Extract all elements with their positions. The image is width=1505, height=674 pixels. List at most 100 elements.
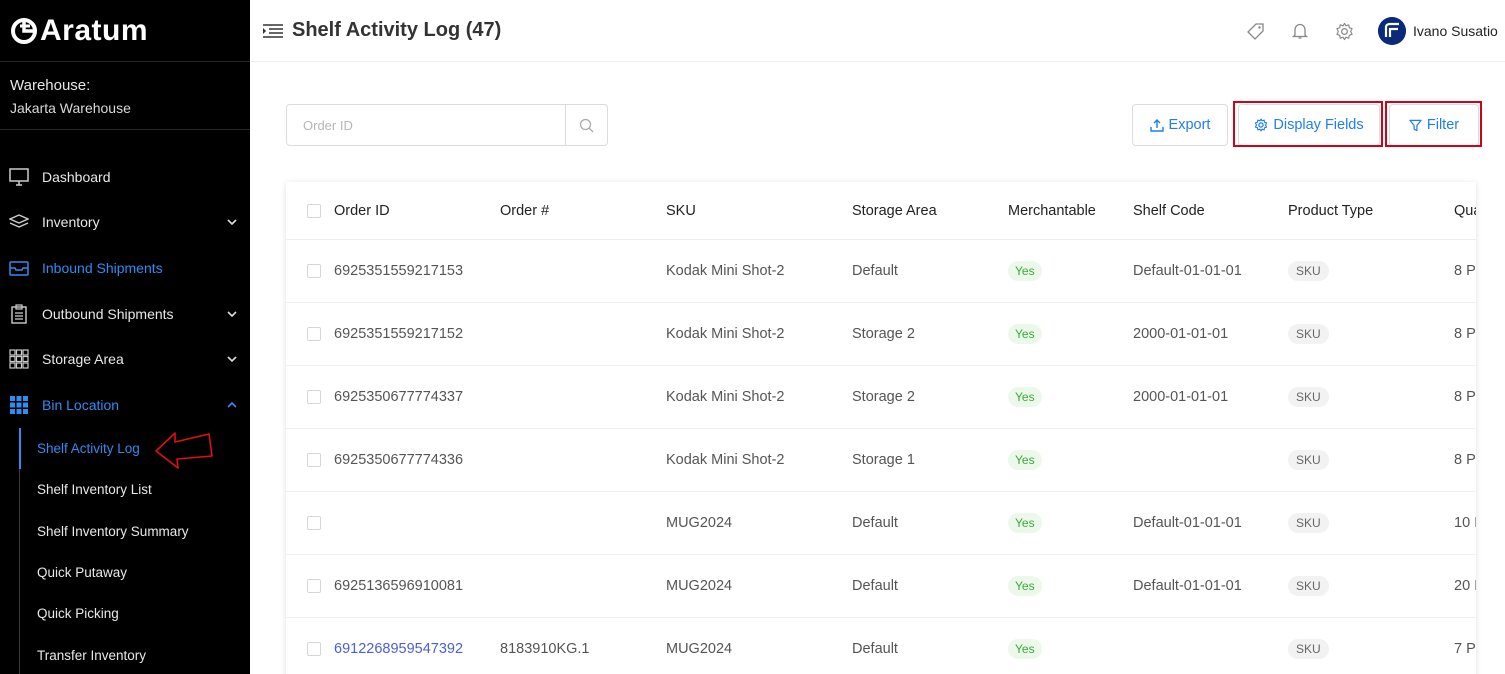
cell-product-type: SKU [1288,429,1329,491]
bell-icon[interactable] [1290,21,1310,41]
menu-toggle-icon[interactable] [262,20,284,42]
cell-quantity: 8 P [1454,389,1476,405]
column-header-order-id[interactable]: Order ID [334,182,390,239]
cell-order-id: 6925350677774337 [334,389,464,405]
merchantable-badge: Yes [1008,513,1042,533]
cell-order-id: 6925351559217153 [334,263,464,279]
merchantable-badge: Yes [1008,261,1042,281]
search-icon [579,118,594,132]
row-checkbox[interactable] [307,642,321,656]
cell-quantity: 10 I [1454,515,1476,531]
cell-quantity: 8 P [1454,326,1476,342]
product-type-badge: SKU [1288,261,1329,281]
cell-product-type: SKU [1288,555,1329,617]
cell-quantity: 20 I [1454,578,1476,594]
user-name[interactable]: Ivano Susatio [1413,23,1505,39]
aratum-logo-icon [11,17,37,44]
row-checkbox[interactable] [307,327,321,341]
filter-label: Filter [1426,117,1460,133]
sidebar-item-label: Inbound Shipments [42,259,163,276]
brand-logo[interactable]: Aratum [0,0,250,62]
sidebar-item-label: Inventory [42,214,100,231]
cell-merchantable: Yes [1008,303,1042,365]
order-id-search [286,104,608,146]
row-checkbox[interactable] [307,579,321,593]
order-id-link[interactable]: 6912268959547392 [334,618,463,674]
sidebar-item-outbound-shipments[interactable]: Outbound Shipments [0,291,250,337]
sidebar-item-label: Dashboard [42,168,111,185]
cell-storage-area: Default [852,578,898,594]
row-checkbox[interactable] [307,264,321,278]
sidebar-subitem-shelf-activity-log[interactable]: Shelf Activity Log [20,428,250,469]
column-header-order-number[interactable]: Order # [500,182,549,239]
sidebar-item-inventory[interactable]: Inventory [0,200,250,246]
shelf-activity-table: Order ID Order # SKU Storage Area Mercha… [286,182,1476,674]
sidebar-item-label: Bin Location [42,396,120,413]
merchantable-badge: Yes [1008,639,1042,659]
sidebar-item-bin-location[interactable]: Bin Location [0,382,250,428]
table-row: 6925350677774337 Kodak Mini Shot-2 Stora… [286,366,1476,429]
search-button[interactable] [565,105,607,145]
cell-order-id: 6925136596910081 [334,578,464,594]
cell-merchantable: Yes [1008,240,1042,302]
gear-icon [1255,118,1268,132]
sidebar-item-label: Storage Area [42,351,124,368]
sidebar-item-storage-area[interactable]: Storage Area [0,336,250,382]
column-header-sku[interactable]: SKU [666,182,696,239]
filter-button[interactable]: Filter [1389,104,1479,146]
cell-order-id: 6925351559217152 [334,326,464,342]
gear-icon[interactable] [1334,21,1354,41]
cell-shelf-code: Default-01-01-01 [1133,263,1242,279]
cell-merchantable: Yes [1008,366,1042,428]
warehouse-selector[interactable]: Warehouse: Jakarta Warehouse [0,62,250,130]
grid-outline-icon [9,349,29,369]
sidebar-item-inbound-shipments[interactable]: Inbound Shipments [0,245,250,291]
cell-storage-area: Storage 2 [852,326,915,342]
cell-storage-area: Default [852,641,898,657]
warehouse-name: Jakarta Warehouse [10,100,131,116]
sidebar-subitem-transfer-inventory[interactable]: Transfer Inventory [20,635,250,674]
inbox-icon [9,258,29,278]
upload-icon [1149,119,1164,132]
product-type-badge: SKU [1288,576,1329,596]
cell-shelf-code: 2000-01-01-01 [1133,326,1229,342]
select-all-checkbox[interactable] [307,203,321,218]
cell-order-number: 8183910KG.1 [500,641,590,657]
column-header-product-type[interactable]: Product Type [1288,182,1373,239]
cell-storage-area: Default [852,263,898,279]
sidebar-item-dashboard[interactable]: Dashboard [0,154,250,200]
export-button[interactable]: Export [1132,104,1228,146]
product-type-badge: SKU [1288,450,1329,470]
search-input[interactable] [287,105,565,145]
table-row: 6912268959547392 8183910KG.1 MUG2024 Def… [286,618,1476,674]
brand-name: Aratum [40,13,149,47]
sidebar-subitem-shelf-inventory-summary[interactable]: Shelf Inventory Summary [20,510,250,551]
display-fields-button[interactable]: Display Fields [1238,104,1380,146]
cell-product-type: SKU [1288,366,1329,428]
warehouse-label: Warehouse: [10,77,91,94]
avatar[interactable] [1378,17,1406,45]
chevron-up-icon [227,401,237,408]
cell-storage-area: Storage 2 [852,389,915,405]
sidebar-subitem-shelf-inventory-list[interactable]: Shelf Inventory List [20,469,250,510]
merchantable-badge: Yes [1008,324,1042,344]
row-checkbox[interactable] [307,453,321,467]
column-header-quantity[interactable]: Qua [1454,182,1476,239]
table-row: 6925351559217152 Kodak Mini Shot-2 Stora… [286,303,1476,366]
cell-sku: MUG2024 [666,578,733,594]
cell-quantity: 8 P [1454,263,1476,279]
column-header-storage-area[interactable]: Storage Area [852,182,937,239]
sidebar-subitem-quick-putaway[interactable]: Quick Putaway [20,552,250,593]
tag-icon[interactable] [1246,21,1266,41]
row-checkbox[interactable] [307,390,321,404]
table-header-row: Order ID Order # SKU Storage Area Mercha… [286,182,1476,240]
merchantable-badge: Yes [1008,576,1042,596]
cell-sku: Kodak Mini Shot-2 [666,452,785,468]
sidebar-subitem-quick-picking[interactable]: Quick Picking [20,593,250,634]
column-header-merchantable[interactable]: Merchantable [1008,182,1096,239]
chevron-down-icon [227,219,237,226]
merchantable-badge: Yes [1008,450,1042,470]
cell-product-type: SKU [1288,492,1329,554]
row-checkbox[interactable] [307,516,321,530]
column-header-shelf-code[interactable]: Shelf Code [1133,182,1205,239]
